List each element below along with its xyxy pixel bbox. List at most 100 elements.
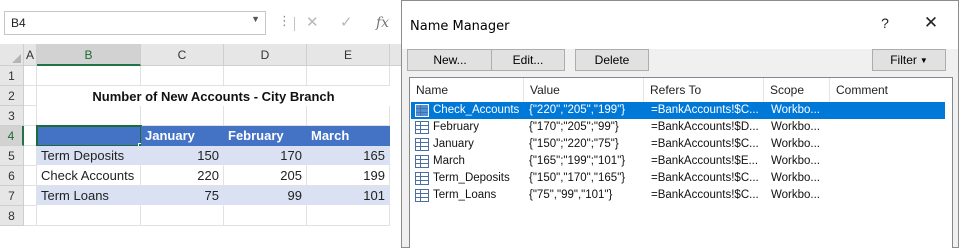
table-header-february[interactable]: February xyxy=(224,126,307,146)
enter-icon[interactable]: ✓ xyxy=(340,14,353,32)
table-cell[interactable]: 220 xyxy=(141,166,224,186)
named-range-icon xyxy=(415,121,429,134)
row-refers-to: =BankAccounts!$D... xyxy=(651,121,759,133)
row-scope: Workbo... xyxy=(771,155,820,167)
table-cell[interactable]: 170 xyxy=(224,146,307,166)
more-options-icon[interactable]: ⋮ xyxy=(278,12,291,30)
formula-bar-divider xyxy=(294,17,295,31)
column-header-comment[interactable]: Comment xyxy=(830,78,952,102)
cell[interactable] xyxy=(307,106,390,126)
formula-bar: B4 ▼ ⋮ ✕ ✓ fx xyxy=(0,0,404,44)
column-header-c[interactable]: C xyxy=(141,44,224,66)
row-value: {"220","205","199"} xyxy=(529,104,626,116)
chevron-down-icon[interactable]: ▼ xyxy=(251,14,260,24)
table-cell[interactable]: 99 xyxy=(224,186,307,206)
cell[interactable] xyxy=(141,106,224,126)
column-header-e[interactable]: E xyxy=(307,44,390,66)
table-header-january[interactable]: January xyxy=(141,126,224,146)
cell[interactable] xyxy=(24,206,37,226)
name-row-march[interactable]: March {"165";"199";"101"} =BankAccounts!… xyxy=(411,153,945,170)
cell[interactable] xyxy=(37,66,141,86)
row-name: Term_Deposits xyxy=(433,172,510,184)
table-cell[interactable]: 205 xyxy=(224,166,307,186)
cancel-icon[interactable]: ✕ xyxy=(306,14,319,32)
select-all-button[interactable] xyxy=(0,44,24,66)
cell[interactable] xyxy=(224,66,307,86)
column-header-a[interactable]: A xyxy=(24,44,37,66)
cell[interactable] xyxy=(224,106,307,126)
row-value: {"75","99","101"} xyxy=(529,189,613,201)
delete-button[interactable]: Delete xyxy=(575,49,649,71)
row-header-1[interactable]: 1 xyxy=(0,66,24,86)
row-label-check-accounts[interactable]: Check Accounts xyxy=(37,166,141,186)
row-header-2[interactable]: 2 xyxy=(0,86,24,106)
table-cell[interactable]: 199 xyxy=(307,166,390,186)
row-header-5[interactable]: 5 xyxy=(0,146,24,166)
row-label-term-deposits[interactable]: Term Deposits xyxy=(37,146,141,166)
row-header-6[interactable]: 6 xyxy=(0,166,24,186)
cell[interactable] xyxy=(307,206,390,226)
list-header: Name Value Refers To Scope Comment xyxy=(410,78,952,102)
row-name: January xyxy=(433,138,474,150)
name-row-term-loans[interactable]: Term_Loans {"75","99","101"} =BankAccoun… xyxy=(411,187,945,204)
cell[interactable] xyxy=(24,166,37,186)
dialog-title: Name Manager xyxy=(410,19,510,34)
cell[interactable] xyxy=(24,86,37,106)
column-header-name[interactable]: Name xyxy=(410,78,524,102)
column-header-value[interactable]: Value xyxy=(524,78,644,102)
cell[interactable] xyxy=(141,66,224,86)
row-value: {"165";"199";"101"} xyxy=(529,155,626,167)
cell[interactable] xyxy=(141,206,224,226)
row-value: {"170";"205";"99"} xyxy=(529,121,619,133)
cell[interactable] xyxy=(307,66,390,86)
name-row-february[interactable]: February {"170";"205";"99"} =BankAccount… xyxy=(411,119,945,136)
close-icon[interactable]: ✕ xyxy=(920,13,942,33)
worksheet-grid: A B C D E 1 2 3 4 5 6 7 8 Number of New … xyxy=(0,44,404,248)
cell[interactable] xyxy=(37,206,141,226)
column-header-b[interactable]: B xyxy=(37,44,141,66)
cell[interactable] xyxy=(24,106,37,126)
table-cell[interactable]: 150 xyxy=(141,146,224,166)
row-scope: Workbo... xyxy=(771,189,820,201)
row-name: March xyxy=(433,155,465,167)
table-cell[interactable]: 165 xyxy=(307,146,390,166)
insert-function-icon[interactable]: fx xyxy=(376,14,389,32)
cell[interactable] xyxy=(24,186,37,206)
row-value: {"150","170","165"} xyxy=(529,172,626,184)
help-icon[interactable]: ? xyxy=(875,15,895,31)
row-refers-to: =BankAccounts!$C... xyxy=(651,172,759,184)
row-header-7[interactable]: 7 xyxy=(0,186,24,206)
table-cell[interactable]: 101 xyxy=(307,186,390,206)
cell[interactable] xyxy=(37,106,141,126)
row-refers-to: =BankAccounts!$E... xyxy=(651,155,759,167)
cell[interactable] xyxy=(224,206,307,226)
formula-bar-icons: ⋮ ✕ ✓ fx xyxy=(270,11,404,35)
row-header-4[interactable]: 4 xyxy=(0,126,24,146)
filter-label: Filter xyxy=(890,53,917,67)
column-header-scope[interactable]: Scope xyxy=(764,78,830,102)
edit-button[interactable]: Edit... xyxy=(491,49,565,71)
row-label-term-loans[interactable]: Term Loans xyxy=(37,186,141,206)
column-header-d[interactable]: D xyxy=(224,44,307,66)
cell[interactable] xyxy=(24,146,37,166)
column-header-refers-to[interactable]: Refers To xyxy=(644,78,764,102)
name-row-january[interactable]: January {"150";"220";"75"} =BankAccounts… xyxy=(411,136,945,153)
table-cell[interactable]: 75 xyxy=(141,186,224,206)
dialog-title-bar[interactable]: Name Manager ? ✕ xyxy=(402,1,958,49)
active-cell-b4[interactable] xyxy=(36,125,142,147)
row-scope: Workbo... xyxy=(771,138,820,150)
name-box[interactable]: B4 ▼ xyxy=(4,11,266,35)
table-header-march[interactable]: March xyxy=(307,126,390,146)
new-button[interactable]: New... xyxy=(407,49,493,71)
name-row-term-deposits[interactable]: Term_Deposits {"150","170","165"} =BankA… xyxy=(411,170,945,187)
row-name: February xyxy=(433,121,480,133)
filter-button[interactable]: Filter ▼ xyxy=(872,49,946,71)
row-scope: Workbo... xyxy=(771,104,820,116)
row-header-8[interactable]: 8 xyxy=(0,206,24,226)
name-manager-dialog: Name Manager ? ✕ New... Edit... Delete F… xyxy=(401,0,959,248)
cell[interactable] xyxy=(24,66,37,86)
name-row-check-accounts[interactable]: Check_Accounts {"220","205","199"} =Bank… xyxy=(411,102,945,119)
row-header-3[interactable]: 3 xyxy=(0,106,24,126)
sheet-title[interactable]: Number of New Accounts - City Branch xyxy=(37,87,390,107)
names-list[interactable]: Name Value Refers To Scope Comment Check… xyxy=(409,77,953,248)
